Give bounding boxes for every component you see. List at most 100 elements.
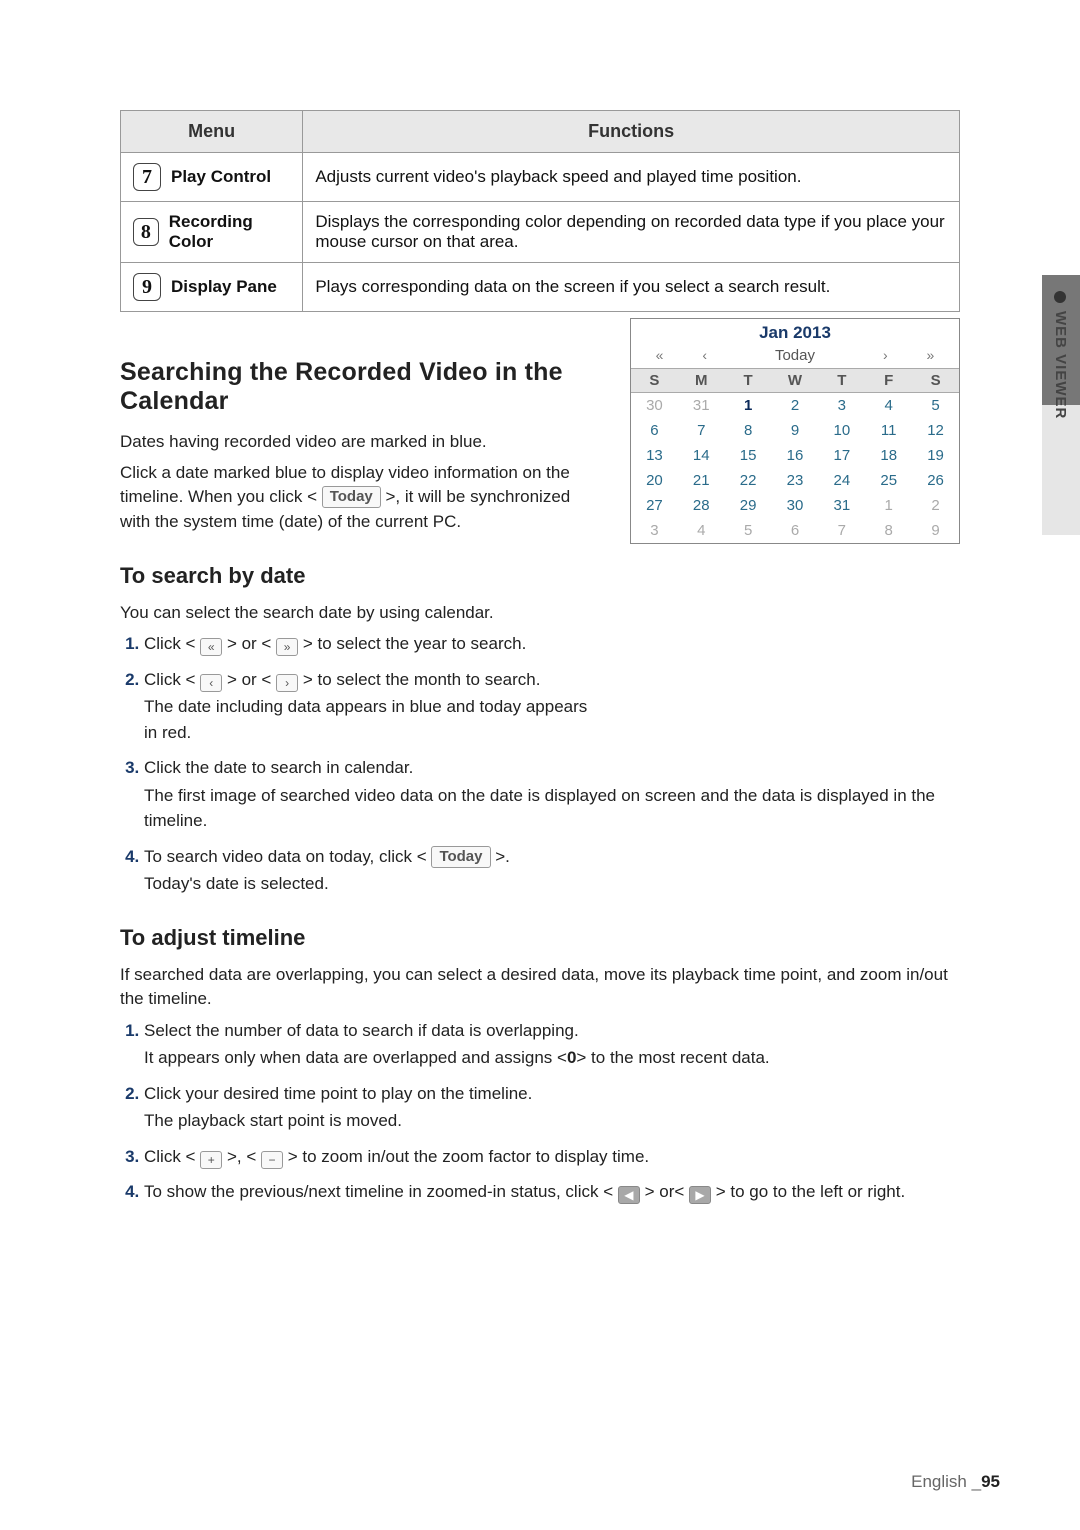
calendar-day[interactable]: 27 [631, 493, 678, 518]
page-content: Menu Functions 7Play ControlAdjusts curr… [0, 0, 1080, 1205]
step-3-sub: The first image of searched video data o… [144, 783, 960, 834]
steps-adjust-timeline: Select the number of data to search if d… [120, 1018, 960, 1205]
calendar-day[interactable]: 2 [772, 393, 819, 418]
calendar-day[interactable]: 7 [678, 418, 725, 443]
calendar-dow: T [818, 368, 865, 393]
page-footer: English _95 [911, 1472, 1000, 1492]
table-row: 8Recording ColorDisplays the correspondi… [121, 202, 960, 263]
zoom-in-icon[interactable]: + [200, 1151, 222, 1169]
row-menu-name: Display Pane [171, 277, 277, 297]
calendar-day[interactable]: 2 [912, 493, 959, 518]
calendar-day[interactable]: 24 [818, 468, 865, 493]
tl-step-3-text-a: Click < [144, 1147, 200, 1166]
tl-step-4-text-a: To show the previous/next timeline in zo… [144, 1182, 618, 1201]
table-header-menu: Menu [121, 111, 303, 153]
calendar-day[interactable]: 15 [725, 443, 772, 468]
month-prev-icon[interactable]: ‹ [200, 674, 222, 692]
calendar-day[interactable]: 12 [912, 418, 959, 443]
calendar-day[interactable]: 3 [818, 393, 865, 418]
calendar-day[interactable]: 1 [725, 393, 772, 418]
calendar-day[interactable]: 22 [725, 468, 772, 493]
tl-step-1-zero: 0 [567, 1048, 576, 1067]
calendar-day[interactable]: 9 [772, 418, 819, 443]
row-number: 9 [133, 273, 161, 301]
calendar-day[interactable]: 29 [725, 493, 772, 518]
section-title-search-by-date: To search by date [120, 563, 602, 589]
calendar-day[interactable]: 31 [818, 493, 865, 518]
calendar-day[interactable]: 25 [865, 468, 912, 493]
calendar-day[interactable]: 11 [865, 418, 912, 443]
calendar-day[interactable]: 6 [631, 418, 678, 443]
calendar-day[interactable]: 4 [865, 393, 912, 418]
calendar-day[interactable]: 18 [865, 443, 912, 468]
tl-step-1-sub-a: It appears only when data are overlapped… [144, 1048, 567, 1067]
side-tab: WEB VIEWER [1042, 275, 1080, 535]
calendar-day[interactable]: 6 [772, 518, 819, 543]
calendar-nav-prev-icon[interactable]: ‹ [682, 347, 727, 364]
calendar-day[interactable]: 14 [678, 443, 725, 468]
table-row: 9Display PanePlays corresponding data on… [121, 263, 960, 312]
tl-step-1-text: Select the number of data to search if d… [144, 1021, 579, 1040]
month-next-icon[interactable]: › [276, 674, 298, 692]
calendar-nav-last-icon[interactable]: » [908, 347, 953, 364]
section3-intro: If searched data are overlapping, you ca… [120, 963, 960, 1012]
calendar-day[interactable]: 8 [725, 418, 772, 443]
calendar-dow: S [631, 368, 678, 393]
calendar-day[interactable]: 19 [912, 443, 959, 468]
footer-page-number: 95 [981, 1472, 1000, 1491]
table-header-functions: Functions [303, 111, 960, 153]
calendar-day[interactable]: 1 [865, 493, 912, 518]
calendar-day[interactable]: 8 [865, 518, 912, 543]
calendar-day[interactable]: 5 [725, 518, 772, 543]
calendar-day[interactable]: 30 [631, 393, 678, 418]
steps-search-by-date-cont: Click the date to search in calendar. Th… [120, 755, 960, 897]
tl-step-3-text-b: >, < [222, 1147, 261, 1166]
calendar-nav-today[interactable]: Today [727, 347, 862, 364]
row-number: 8 [133, 218, 159, 246]
calendar-day[interactable]: 17 [818, 443, 865, 468]
calendar-day[interactable]: 20 [631, 468, 678, 493]
tl-step-1-sub: It appears only when data are overlapped… [144, 1045, 960, 1071]
step-2: Click < ‹ > or < › > to select the month… [144, 667, 602, 746]
section1-line1: Dates having recorded video are marked i… [120, 430, 602, 455]
calendar-nav-first-icon[interactable]: « [637, 347, 682, 364]
year-next-icon[interactable]: » [276, 638, 298, 656]
tl-step-3-text-c: > to zoom in/out the zoom factor to disp… [283, 1147, 649, 1166]
calendar-day[interactable]: 3 [631, 518, 678, 543]
row-number: 7 [133, 163, 161, 191]
calendar-day[interactable]: 9 [912, 518, 959, 543]
step-2-text-a: Click < [144, 670, 200, 689]
section-title-search-calendar: Searching the Recorded Video in the Cale… [120, 358, 602, 416]
calendar-day[interactable]: 28 [678, 493, 725, 518]
year-prev-icon[interactable]: « [200, 638, 222, 656]
tl-step-2: Click your desired time point to play on… [144, 1081, 960, 1134]
calendar-title: Jan 2013 [631, 319, 959, 345]
calendar-day[interactable]: 16 [772, 443, 819, 468]
calendar-day[interactable]: 30 [772, 493, 819, 518]
calendar-day[interactable]: 21 [678, 468, 725, 493]
calendar-day[interactable]: 4 [678, 518, 725, 543]
calendar-day[interactable]: 5 [912, 393, 959, 418]
timeline-prev-icon[interactable]: ◀ [618, 1186, 640, 1204]
calendar-day[interactable]: 10 [818, 418, 865, 443]
calendar-widget[interactable]: Jan 2013 « ‹ Today › » SMTWTFS 303112345… [630, 318, 960, 544]
today-button[interactable]: Today [431, 846, 490, 868]
calendar-dow: W [772, 368, 819, 393]
today-button[interactable]: Today [322, 486, 381, 508]
zoom-out-icon[interactable]: − [261, 1151, 283, 1169]
side-tab-bullet-icon [1054, 291, 1066, 303]
calendar-day[interactable]: 7 [818, 518, 865, 543]
calendar-day[interactable]: 23 [772, 468, 819, 493]
calendar-dow: S [912, 368, 959, 393]
calendar-day[interactable]: 13 [631, 443, 678, 468]
footer-lang: English [911, 1472, 967, 1491]
step-4: To search video data on today, click < T… [144, 844, 960, 897]
timeline-next-icon[interactable]: ▶ [689, 1186, 711, 1204]
calendar-nav-next-icon[interactable]: › [863, 347, 908, 364]
step-4-text-a: To search video data on today, click < [144, 847, 431, 866]
section2-intro: You can select the search date by using … [120, 601, 602, 626]
calendar-day[interactable]: 31 [678, 393, 725, 418]
side-tab-label: WEB VIEWER [1052, 311, 1069, 419]
step-1-text-b: > or < [222, 634, 276, 653]
calendar-day[interactable]: 26 [912, 468, 959, 493]
